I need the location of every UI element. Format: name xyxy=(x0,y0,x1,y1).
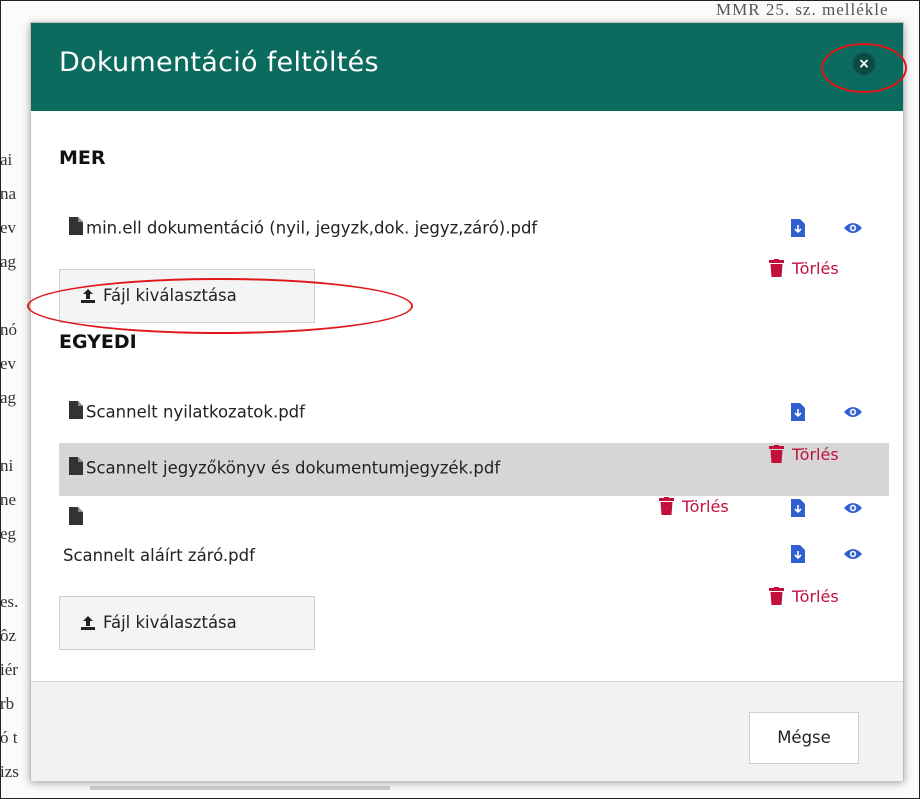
file-select-button[interactable]: Fájl kiválasztása xyxy=(59,596,315,650)
eye-icon[interactable] xyxy=(843,405,863,424)
file-icon xyxy=(69,401,83,423)
file-name: Scannelt nyilatkozatok.pdf xyxy=(86,402,305,422)
close-button[interactable]: × xyxy=(853,53,875,75)
eye-icon[interactable] xyxy=(843,221,863,240)
section-title-mer: MER xyxy=(59,147,106,169)
trash-icon xyxy=(769,445,784,463)
delete-label: Törlés xyxy=(792,587,839,606)
file-icon xyxy=(69,507,83,529)
section-title-egyedi: EGYEDI xyxy=(59,331,137,353)
download-file-icon[interactable] xyxy=(791,403,805,426)
delete-label: Törlés xyxy=(792,259,839,278)
delete-button[interactable]: Törlés xyxy=(769,587,839,606)
file-row: Scannelt aláírt záró.pdf xyxy=(63,545,255,565)
file-name: Scannelt jegyzőkönyv és dokumentumjegyzé… xyxy=(86,458,501,478)
download-file-icon[interactable] xyxy=(791,545,805,568)
dialog-footer: Mégse xyxy=(31,681,903,781)
download-file-icon[interactable] xyxy=(791,499,805,522)
file-row: min.ell dokumentáció (nyil, jegyzk,dok. … xyxy=(69,217,537,239)
dialog-header: Dokumentáció feltöltés × xyxy=(31,23,903,111)
delete-button[interactable]: Törlés xyxy=(659,497,729,516)
eye-icon[interactable] xyxy=(843,547,863,566)
delete-label: Törlés xyxy=(792,445,839,464)
upload-label: Fájl kiválasztása xyxy=(103,286,237,305)
upload-dialog: Dokumentáció feltöltés × MER min.ell dok… xyxy=(27,22,907,781)
upload-icon xyxy=(81,616,95,630)
file-row: Scannelt nyilatkozatok.pdf xyxy=(69,401,305,423)
trash-icon xyxy=(769,259,784,277)
file-name: min.ell dokumentáció (nyil, jegyzk,dok. … xyxy=(86,218,538,238)
delete-button[interactable]: Törlés xyxy=(769,445,839,464)
cancel-button[interactable]: Mégse xyxy=(749,712,859,764)
file-icon xyxy=(69,217,83,239)
file-name: Scannelt aláírt záró.pdf xyxy=(63,546,255,565)
dialog-title: Dokumentáció feltöltés xyxy=(59,47,379,78)
delete-label: Törlés xyxy=(682,497,729,516)
trash-icon xyxy=(769,587,784,605)
trash-icon xyxy=(659,497,674,515)
upload-label: Fájl kiválasztása xyxy=(103,613,237,632)
download-file-icon[interactable] xyxy=(791,219,805,242)
eye-icon[interactable] xyxy=(843,501,863,520)
upload-icon xyxy=(81,289,95,303)
file-icon xyxy=(69,457,83,479)
delete-button[interactable]: Törlés xyxy=(769,259,839,278)
file-row xyxy=(69,507,86,529)
file-row: Scannelt jegyzőkönyv és dokumentumjegyzé… xyxy=(69,457,500,479)
file-select-button[interactable]: Fájl kiválasztása xyxy=(59,269,315,323)
